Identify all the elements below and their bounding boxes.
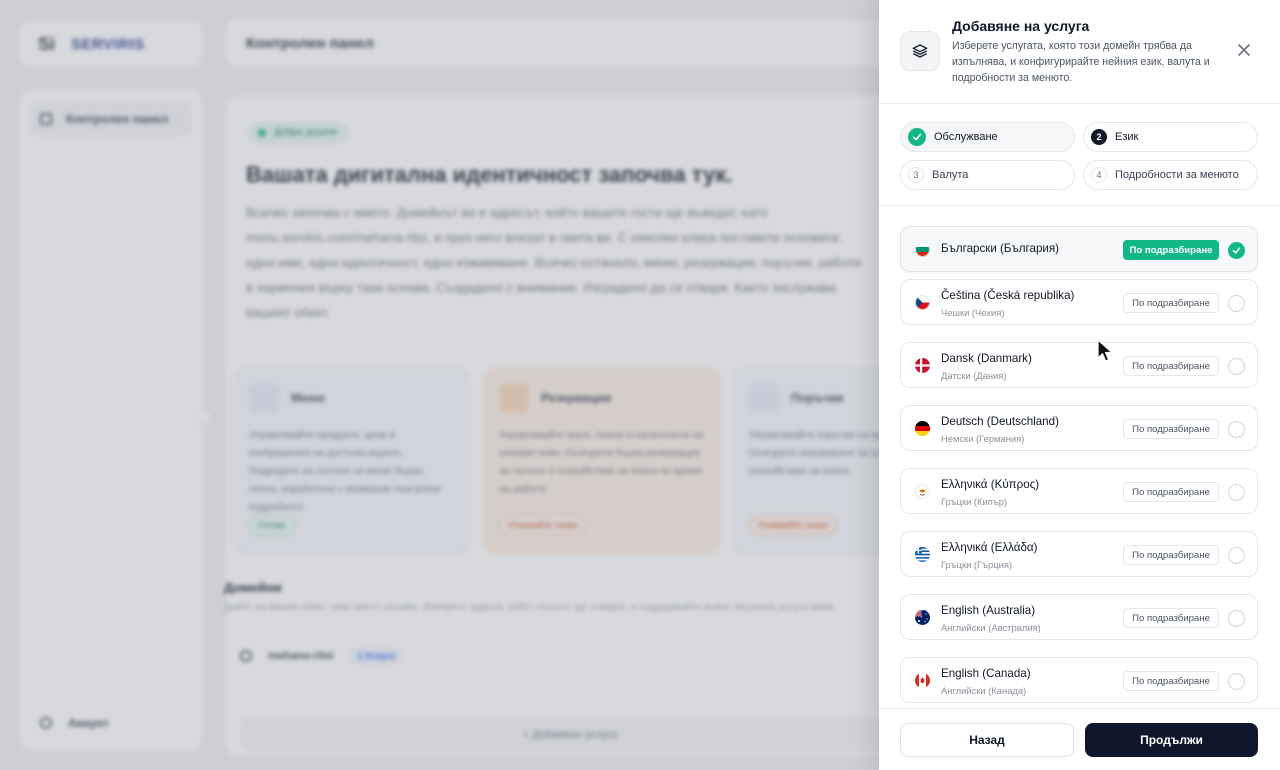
- flag-cy-icon: [915, 484, 930, 499]
- language-option-gr[interactable]: Ελληνικά (Ελλάδα) Гръцки (Гърция) По под…: [900, 531, 1258, 577]
- step-menu-details[interactable]: 4 Подробности за менюто: [1083, 160, 1258, 190]
- flag-dk-icon: [915, 358, 930, 373]
- default-button[interactable]: По подразбиране: [1123, 671, 1219, 691]
- continue-button[interactable]: Продължи: [1085, 723, 1258, 757]
- radio-button[interactable]: [1228, 295, 1245, 312]
- language-name: Ελληνικά (Ελλάδα): [941, 541, 1038, 554]
- language-native-name: Датски (Дания): [941, 370, 1007, 381]
- radio-button[interactable]: [1228, 547, 1245, 564]
- step-number: 4: [1091, 167, 1107, 183]
- flag-bg-icon: [915, 242, 930, 257]
- back-button[interactable]: Назад: [900, 723, 1074, 757]
- check-icon: [908, 128, 926, 146]
- radio-button[interactable]: [1228, 421, 1245, 438]
- language-name: English (Canada): [941, 667, 1031, 680]
- drawer-title: Добавяне на услуга: [952, 18, 1090, 34]
- divider: [879, 205, 1280, 206]
- language-name: Български (България): [941, 242, 1060, 255]
- language-name: Ελληνικά (Κύπρος): [941, 478, 1040, 491]
- language-native-name: Немски (Германия): [941, 433, 1025, 444]
- step-language[interactable]: 2 Език: [1083, 122, 1258, 152]
- flag-ca-icon: [915, 673, 930, 688]
- language-native-name: Гръцки (Гърция): [941, 559, 1013, 570]
- language-name: Dansk (Danmark): [941, 352, 1032, 365]
- default-button[interactable]: По подразбиране: [1123, 608, 1219, 628]
- drawer-description: Изберете услугата, която този домейн тря…: [952, 40, 1210, 84]
- layers-icon: [900, 31, 940, 71]
- default-button[interactable]: По подразбиране: [1123, 482, 1219, 502]
- language-option-bg[interactable]: Български (България) По подразбиране: [900, 226, 1258, 272]
- radio-button[interactable]: [1228, 673, 1245, 690]
- radio-button[interactable]: [1228, 358, 1245, 375]
- modal-backdrop[interactable]: [0, 0, 880, 770]
- language-name: Deutsch (Deutschland): [941, 415, 1059, 428]
- radio-button[interactable]: [1228, 610, 1245, 627]
- radio-button[interactable]: [1228, 484, 1245, 501]
- language-option-au[interactable]: English (Australia) Английски (Австралия…: [900, 594, 1258, 640]
- radio-checked-icon[interactable]: [1228, 242, 1245, 259]
- default-button[interactable]: По подразбиране: [1123, 356, 1219, 376]
- drawer-header: Добавяне на услуга Изберете услугата, ко…: [879, 0, 1280, 104]
- flag-de-icon: [915, 421, 930, 436]
- flag-gr-icon: [915, 547, 930, 562]
- drawer-footer: Назад Продължи: [879, 708, 1280, 770]
- close-icon[interactable]: [1234, 40, 1254, 60]
- step-number: 3: [908, 167, 924, 183]
- default-button[interactable]: По подразбиране: [1123, 293, 1219, 313]
- flag-au-icon: [915, 610, 930, 625]
- default-button[interactable]: По подразбиране: [1123, 419, 1219, 439]
- language-name: Čeština (Česká republika): [941, 289, 1075, 302]
- flag-cz-icon: [915, 295, 930, 310]
- language-option-cy[interactable]: Ελληνικά (Κύπρος) Гръцки (Кипър) По подр…: [900, 468, 1258, 514]
- default-button[interactable]: По подразбиране: [1123, 545, 1219, 565]
- step-label: Валута: [932, 169, 969, 181]
- step-label: Подробности за менюто: [1115, 169, 1239, 181]
- language-option-dk[interactable]: Dansk (Danmark) Датски (Дания) По подраз…: [900, 342, 1258, 388]
- step-label: Език: [1115, 131, 1139, 143]
- step-service[interactable]: Обслужване: [900, 122, 1075, 152]
- default-button[interactable]: По подразбиране: [1123, 240, 1219, 260]
- language-option-de[interactable]: Deutsch (Deutschland) Немски (Германия) …: [900, 405, 1258, 451]
- step-label: Обслужване: [934, 131, 998, 143]
- language-native-name: Гръцки (Кипър): [941, 496, 1008, 507]
- language-native-name: Английски (Австралия): [941, 622, 1041, 633]
- language-native-name: Английски (Канада): [941, 685, 1027, 696]
- language-native-name: Чешки (Чехия): [941, 307, 1005, 318]
- language-list[interactable]: Български (България) По подразбиране Češ…: [900, 226, 1258, 710]
- step-currency[interactable]: 3 Валута: [900, 160, 1075, 190]
- language-option-cz[interactable]: Čeština (Česká republika) Чешки (Чехия) …: [900, 279, 1258, 325]
- language-option-ca[interactable]: English (Canada) Английски (Канада) По п…: [900, 657, 1258, 703]
- mouse-cursor-icon: [1097, 339, 1113, 362]
- language-name: English (Australia): [941, 604, 1036, 617]
- add-service-drawer: Добавяне на услуга Изберете услугата, ко…: [879, 0, 1280, 770]
- step-number: 2: [1091, 129, 1107, 145]
